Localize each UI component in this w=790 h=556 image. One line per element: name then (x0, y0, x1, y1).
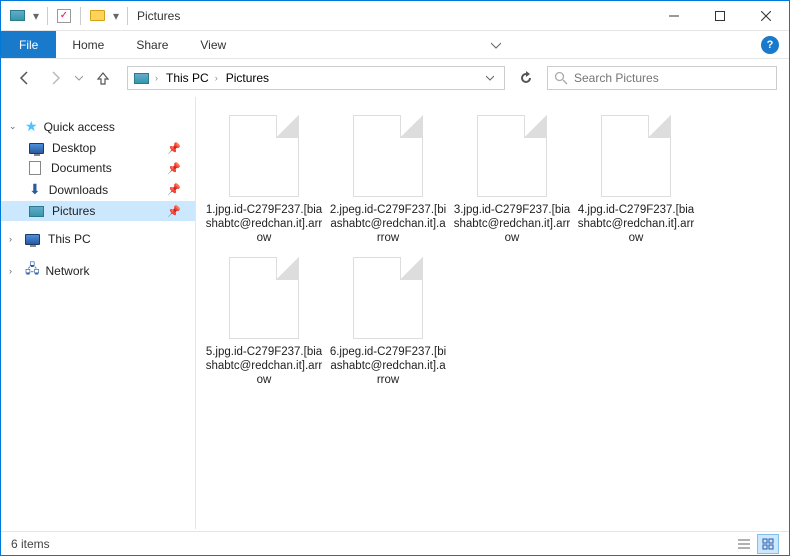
star-icon: ★ (25, 118, 38, 135)
pc-icon (25, 234, 40, 245)
expand-icon[interactable]: › (9, 266, 23, 276)
close-button[interactable] (743, 1, 789, 31)
file-name: 3.jpg.id-C279F237.[biashabtc@redchan.it]… (450, 203, 574, 245)
view-thumbnails-button[interactable] (757, 534, 779, 554)
file-name: 6.jpeg.id-C279F237.[biashabtc@redchan.it… (326, 345, 450, 387)
tab-view[interactable]: View (184, 31, 242, 58)
file-item[interactable]: 2.jpeg.id-C279F237.[biashabtc@redchan.it… (326, 115, 450, 245)
file-item[interactable]: 6.jpeg.id-C279F237.[biashabtc@redchan.it… (326, 257, 450, 387)
address-bar[interactable]: › This PC› Pictures (127, 66, 505, 90)
breadcrumb-this-pc[interactable]: This PC› (164, 71, 224, 85)
file-thumbnail (601, 115, 671, 197)
sidebar-label: Downloads (49, 183, 108, 197)
qat-checkbox-icon[interactable]: ✓ (53, 5, 75, 27)
breadcrumb-label: Pictures (226, 71, 269, 85)
sidebar-this-pc[interactable]: › This PC (1, 229, 195, 249)
pictures-icon (29, 206, 44, 217)
main-area: ⌄ ★ Quick access Desktop 📌 Documents 📌 ⬇… (1, 97, 789, 529)
document-icon (29, 161, 41, 175)
qat-dropdown-icon[interactable]: ▾ (30, 5, 42, 27)
sidebar-item-pictures[interactable]: Pictures 📌 (1, 201, 195, 221)
file-tab[interactable]: File (1, 31, 56, 58)
breadcrumb-pictures[interactable]: Pictures (224, 71, 271, 85)
quick-access-toolbar: ▾ ✓ ▾ (1, 5, 131, 27)
collapse-icon[interactable]: ⌄ (9, 121, 23, 132)
tab-share[interactable]: Share (120, 31, 184, 58)
view-details-button[interactable] (733, 534, 755, 554)
pin-icon: 📌 (167, 142, 181, 155)
minimize-button[interactable] (651, 1, 697, 31)
item-count: 6 items (11, 537, 50, 551)
addr-root-icon[interactable]: › (132, 73, 164, 84)
folder-icon[interactable] (86, 5, 108, 27)
file-thumbnail (353, 257, 423, 339)
file-thumbnail (477, 115, 547, 197)
sidebar-label: Desktop (52, 141, 96, 155)
search-input[interactable] (574, 71, 770, 85)
window-title: Pictures (137, 9, 180, 23)
file-item[interactable]: 5.jpg.id-C279F237.[biashabtc@redchan.it]… (202, 257, 326, 387)
status-bar: 6 items (1, 531, 789, 555)
sidebar-item-desktop[interactable]: Desktop 📌 (1, 138, 195, 158)
qat-dropdown2-icon[interactable]: ▾ (110, 5, 122, 27)
expand-icon[interactable]: › (9, 234, 23, 244)
back-button[interactable] (13, 66, 37, 90)
help-icon[interactable]: ? (761, 36, 779, 54)
sidebar-label: Pictures (52, 204, 95, 218)
maximize-button[interactable] (697, 1, 743, 31)
file-item[interactable]: 1.jpg.id-C279F237.[biashabtc@redchan.it]… (202, 115, 326, 245)
sidebar-label: This PC (48, 232, 91, 246)
search-icon (554, 71, 568, 85)
address-row: › This PC› Pictures (1, 59, 789, 97)
network-icon: 🖧 (25, 260, 40, 282)
refresh-button[interactable] (511, 66, 541, 90)
file-thumbnail (229, 257, 299, 339)
sidebar-item-downloads[interactable]: ⬇ Downloads 📌 (1, 178, 195, 201)
navigation-pane: ⌄ ★ Quick access Desktop 📌 Documents 📌 ⬇… (1, 97, 196, 529)
monitor-icon (29, 143, 44, 154)
sidebar-label: Documents (51, 161, 112, 175)
file-thumbnail (229, 115, 299, 197)
ribbon-expand-icon[interactable] (491, 40, 501, 50)
up-button[interactable] (91, 66, 115, 90)
file-name: 5.jpg.id-C279F237.[biashabtc@redchan.it]… (202, 345, 326, 387)
breadcrumb-label: This PC (166, 71, 209, 85)
pin-icon: 📌 (167, 183, 181, 196)
pin-icon: 📌 (167, 162, 181, 175)
file-name: 4.jpg.id-C279F237.[biashabtc@redchan.it]… (574, 203, 698, 245)
title-bar: ▾ ✓ ▾ Pictures (1, 1, 789, 31)
tab-home[interactable]: Home (56, 31, 120, 58)
sidebar-quick-access[interactable]: ⌄ ★ Quick access (1, 115, 195, 138)
forward-button[interactable] (43, 66, 67, 90)
address-dropdown-icon[interactable] (480, 74, 500, 82)
sidebar-item-documents[interactable]: Documents 📌 (1, 158, 195, 178)
search-box[interactable] (547, 66, 777, 90)
pin-icon: 📌 (167, 205, 181, 218)
file-name: 2.jpeg.id-C279F237.[biashabtc@redchan.it… (326, 203, 450, 245)
file-name: 1.jpg.id-C279F237.[biashabtc@redchan.it]… (202, 203, 326, 245)
app-icon[interactable] (6, 5, 28, 27)
file-list: 1.jpg.id-C279F237.[biashabtc@redchan.it]… (196, 97, 789, 529)
sidebar-network[interactable]: › 🖧 Network (1, 257, 195, 285)
file-thumbnail (353, 115, 423, 197)
sidebar-label: Network (46, 264, 90, 278)
recent-dropdown-icon[interactable] (73, 66, 85, 90)
sidebar-label: Quick access (44, 120, 115, 134)
file-item[interactable]: 3.jpg.id-C279F237.[biashabtc@redchan.it]… (450, 115, 574, 245)
download-icon: ⬇ (29, 181, 41, 198)
ribbon-tabs: File Home Share View ? (1, 31, 789, 59)
file-item[interactable]: 4.jpg.id-C279F237.[biashabtc@redchan.it]… (574, 115, 698, 245)
